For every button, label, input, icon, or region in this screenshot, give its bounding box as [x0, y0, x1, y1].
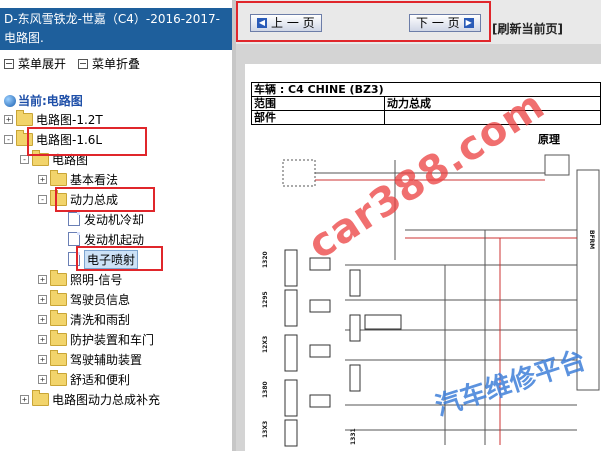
- current-location: 当前:电路图: [4, 92, 83, 109]
- component-code: 1380: [262, 381, 269, 398]
- expand-toggle-icon[interactable]: +: [38, 174, 47, 184]
- folder-icon: [32, 389, 49, 406]
- tree-node-label: 防护装置和车门: [70, 332, 155, 347]
- collapse-toggle-icon[interactable]: -: [4, 134, 13, 144]
- folder-icon: [50, 369, 67, 386]
- expand-toggle-icon[interactable]: +: [38, 374, 47, 384]
- tree-node-driving-assist[interactable]: + 驾驶辅助装置: [38, 349, 143, 368]
- component-code: 1295: [262, 291, 269, 308]
- collapse-all-label: 菜单折叠: [92, 57, 141, 71]
- document-icon: [68, 212, 80, 226]
- tree-node-powertrain-supplement[interactable]: + 电路图动力总成补充: [20, 389, 161, 408]
- vehicle-cell: 车辆 : C4 CHINE (BZ3): [251, 82, 601, 97]
- folder-icon: [50, 269, 67, 286]
- tree-node-lighting[interactable]: + 照明-信号: [38, 269, 123, 288]
- expand-toggle-icon[interactable]: +: [20, 394, 29, 404]
- expand-toggle-icon[interactable]: +: [38, 294, 47, 304]
- expand-toggle-icon[interactable]: +: [4, 114, 13, 124]
- highlight-box: [76, 246, 163, 271]
- folder-icon: [50, 329, 67, 346]
- component-code: 12X3: [262, 336, 269, 353]
- collapse-all-button[interactable]: 菜单折叠: [78, 55, 140, 72]
- tree-node-label: 清洗和雨刮: [70, 312, 131, 327]
- refresh-page-link[interactable]: [刷新当前页]: [492, 20, 563, 37]
- highlight-box: [27, 127, 147, 156]
- tree-node-label: 基本看法: [70, 172, 119, 187]
- range-label-cell: 范围: [251, 96, 385, 111]
- tree-node-label: 驾驶员信息: [70, 292, 131, 307]
- component-code: 1320: [262, 251, 269, 268]
- tree-node-label: 发动机起动: [84, 232, 145, 247]
- part-label-cell: 部件: [251, 110, 385, 125]
- tree-node-label: 驾驶辅助装置: [70, 352, 143, 367]
- folder-icon: [50, 169, 67, 186]
- folder-icon: [50, 289, 67, 306]
- tree-node-label: 发动机冷却: [84, 212, 145, 227]
- current-location-label: 当前:电路图: [18, 94, 83, 108]
- tree-sidebar: D-东风雪铁龙-世嘉（C4）-2016-2017- 电路图. 菜单展开 菜单折叠…: [0, 0, 232, 451]
- expand-all-button[interactable]: 菜单展开: [4, 55, 66, 72]
- component-code: 1331: [350, 428, 357, 445]
- tree-node-1-2t[interactable]: + 电路图-1.2T: [4, 109, 103, 128]
- highlight-box: [236, 1, 491, 42]
- highlight-box: [55, 187, 155, 212]
- expand-toggle-icon[interactable]: +: [38, 274, 47, 284]
- tree-node-basic-view[interactable]: + 基本看法: [38, 169, 119, 188]
- component-code: BFRM: [588, 230, 595, 249]
- expand-toggle-icon[interactable]: +: [38, 354, 47, 364]
- folder-icon: [16, 109, 33, 126]
- folder-icon: [50, 349, 67, 366]
- collapse-icon: [78, 58, 88, 69]
- expand-toggle-icon[interactable]: +: [38, 334, 47, 344]
- tree-node-washer-wiper[interactable]: + 清洗和雨刮: [38, 309, 131, 328]
- expand-toggle-icon[interactable]: +: [38, 314, 47, 324]
- tree-node-engine-cooling[interactable]: 发动机冷却: [68, 210, 144, 228]
- tree-node-label: 照明-信号: [70, 272, 123, 287]
- document-title: D-东风雪铁龙-世嘉（C4）-2016-2017- 电路图.: [0, 8, 232, 50]
- globe-icon: [4, 94, 16, 107]
- folder-icon: [50, 309, 67, 326]
- component-code: 13X3: [262, 421, 269, 438]
- tree-node-protection-doors[interactable]: + 防护装置和车门: [38, 329, 155, 348]
- diagram-components: [284, 249, 402, 447]
- document-icon: [68, 232, 80, 246]
- tree-node-driver-info[interactable]: + 驾驶员信息: [38, 289, 131, 308]
- tree-node-label: 电路图动力总成补充: [52, 392, 161, 407]
- tree-node-label: 舒适和便利: [70, 372, 131, 387]
- expand-all-label: 菜单展开: [18, 57, 67, 71]
- collapse-toggle-icon[interactable]: -: [38, 194, 47, 204]
- expand-icon: [4, 58, 14, 69]
- tree-node-label: 电路图-1.2T: [36, 112, 103, 127]
- tree-node-comfort[interactable]: + 舒适和便利: [38, 369, 131, 388]
